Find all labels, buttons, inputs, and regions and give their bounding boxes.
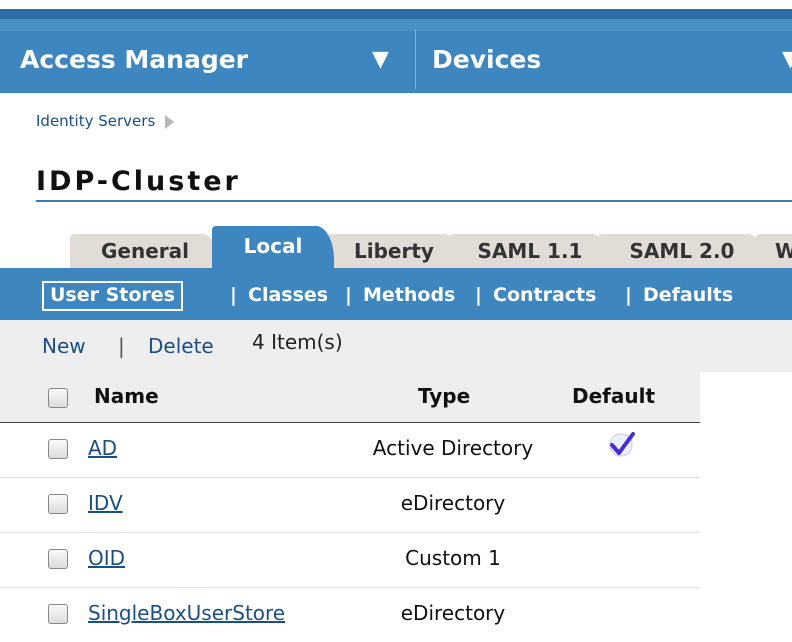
subnav-separator: | [230,284,237,306]
user-store-link[interactable]: OID [88,546,125,570]
tab-saml-1-1[interactable]: SAML 1.1 [450,234,610,268]
row-checkbox[interactable] [48,549,68,569]
nav-devices-dropdown-icon[interactable]: ▼ [782,43,792,77]
main-navbar: Access Manager ▼ Devices ▼ [0,19,792,93]
table-header: Name Type Default [0,372,700,423]
subnav-contracts[interactable]: Contracts [493,282,596,308]
breadcrumb-identity-servers[interactable]: Identity Servers [36,112,155,130]
row-checkbox[interactable] [48,439,68,459]
top-bar [0,9,792,19]
breadcrumb: Identity Servers [36,112,175,130]
column-header-default[interactable]: Default [572,384,655,408]
user-store-link[interactable]: AD [88,436,117,460]
action-separator: | [118,334,125,358]
table-row: OID Custom 1 [0,532,700,588]
subnav-separator: | [475,284,482,306]
tab-liberty[interactable]: Liberty [326,234,462,268]
nav-separator [415,29,416,89]
title-divider [36,200,792,202]
row-checkbox[interactable] [48,494,68,514]
subnav-bar: User Stores | Classes | Methods | Contra… [0,268,792,320]
tab-strip: General Liberty SAML 1.1 SAML 2.0 W Loca… [0,226,792,268]
check-icon [609,432,635,457]
subnav-classes[interactable]: Classes [248,282,328,308]
nav-access-manager-dropdown-icon[interactable]: ▼ [372,43,389,77]
nav-access-manager[interactable]: Access Manager [20,43,248,77]
select-all-checkbox[interactable] [48,388,68,408]
column-header-name[interactable]: Name [94,384,159,408]
delete-button[interactable]: Delete [148,334,214,358]
page-title: IDP-Cluster [36,166,241,197]
tab-local[interactable]: Local [212,226,334,268]
user-store-type: Custom 1 [405,546,501,570]
user-store-type: Active Directory [372,436,534,460]
tab-general[interactable]: General [70,234,220,268]
table-row: IDV eDirectory [0,477,700,533]
row-checkbox[interactable] [48,604,68,624]
user-store-link[interactable]: IDV [88,491,123,515]
user-store-type: eDirectory [400,601,506,625]
user-store-type: eDirectory [400,491,506,515]
subnav-separator: | [625,284,632,306]
navbar-highlight [0,19,792,31]
table-row: SingleBoxUserStore eDirectory [0,587,700,642]
subnav-defaults[interactable]: Defaults [643,282,733,308]
new-button[interactable]: New [42,334,86,358]
table-row: AD Active Directory [0,422,700,478]
user-store-link[interactable]: SingleBoxUserStore [88,601,285,625]
column-header-type[interactable]: Type [418,384,470,408]
nav-devices[interactable]: Devices [432,43,541,77]
subnav-separator: | [345,284,352,306]
top-strip [0,0,792,9]
tab-overflow[interactable]: W [756,234,792,268]
action-bar: New | Delete 4 Item(s) [0,320,792,372]
breadcrumb-arrow-icon [165,114,175,129]
item-count: 4 Item(s) [252,330,343,354]
subnav-user-stores[interactable]: User Stores [42,281,183,311]
tab-saml-2-0[interactable]: SAML 2.0 [598,234,766,268]
subnav-methods[interactable]: Methods [363,282,455,308]
